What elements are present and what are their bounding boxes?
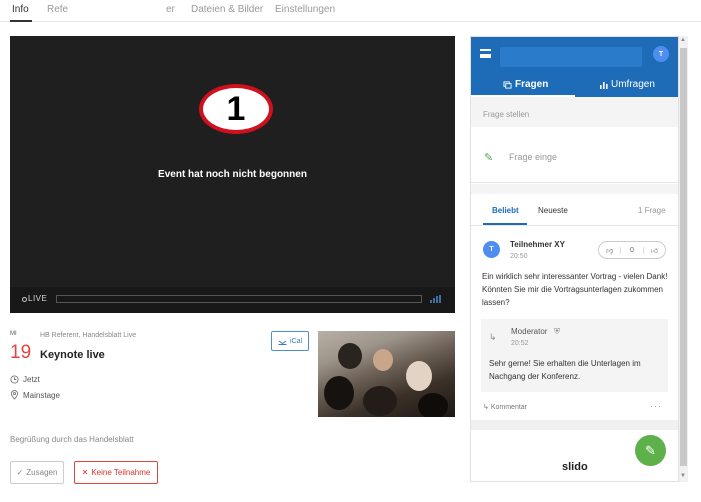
new-question-button[interactable]: ✎: [635, 435, 666, 466]
slido-logo: slido: [562, 461, 588, 473]
reply-time: 20:52: [511, 340, 529, 347]
tab-info[interactable]: Info: [12, 4, 29, 15]
ask-label: Frage stellen: [483, 110, 530, 119]
event-title: Keynote live: [40, 349, 105, 361]
question-count: 1 Frage: [638, 206, 666, 215]
bar-chart-icon: [600, 81, 608, 89]
accept-button[interactable]: ✓ Zusagen: [10, 461, 64, 484]
slido-panel: T Fragen Umfragen Frage stellen ✎ Frage …: [470, 36, 679, 482]
tab-referenten[interactable]: Refe: [47, 4, 68, 15]
tab-dateien[interactable]: Dateien & Bilder: [191, 4, 263, 15]
question-author-avatar: T: [483, 241, 500, 258]
reply-arrow-icon: ↳: [483, 404, 489, 411]
video-control-bar: LIVE: [10, 287, 455, 313]
clock-icon: [10, 375, 19, 384]
scroll-up-icon[interactable]: ▲: [680, 37, 686, 43]
divider: [471, 184, 678, 194]
reply-author: Moderator: [511, 327, 548, 336]
reply-arrow-icon: ↳: [489, 332, 497, 342]
question-text: Ein wirklich sehr interessanter Vortrag …: [482, 272, 668, 307]
live-indicator-icon: [22, 297, 27, 302]
event-time-row: Jetzt: [10, 375, 40, 384]
tab-fragen-label: Fragen: [515, 79, 549, 90]
ical-label: iCal: [289, 337, 303, 345]
tab-bar: Info Refe er Dateien & Bilder Einstellun…: [0, 0, 701, 22]
edit-icon: ✎: [645, 442, 656, 458]
event-day: 19: [10, 342, 32, 363]
chat-bubble-icon: [503, 80, 512, 89]
moderator-reply: ↳ Moderator ⛨ 20:52 Sehr gerne! Sie erha…: [481, 319, 668, 392]
vote-count: 0: [620, 246, 644, 254]
reply-text: Sehr gerne! Sie erhalten die Unterlagen …: [489, 359, 641, 381]
checkmark-icon: ✓: [16, 468, 24, 477]
tab-partner[interactable]: er: [166, 4, 175, 15]
tab-umfragen-label: Umfragen: [611, 79, 655, 90]
divider: [471, 225, 678, 226]
event-speaker: HB Referent, Handelsblatt Live: [40, 332, 137, 339]
event-location-row: Mainstage: [10, 390, 60, 400]
question-author: Teilnehmer XY: [510, 240, 565, 249]
live-label: LIVE: [28, 294, 48, 303]
hamburger-menu-icon[interactable]: [480, 49, 491, 58]
tab-fragen[interactable]: Fragen: [503, 79, 548, 90]
active-tab-indicator: [10, 20, 32, 22]
thumbs-up-icon[interactable]: 👍︎: [644, 246, 665, 255]
ask-question-input[interactable]: ✎ Frage einge: [471, 127, 678, 183]
location-pin-icon: [10, 390, 19, 400]
annotation-badge-1: 1: [199, 84, 273, 134]
sort-newest-tab[interactable]: Neueste: [538, 206, 568, 215]
scroll-down-icon[interactable]: ▼: [680, 473, 686, 479]
video-status-message: Event hat noch nicht begonnen: [158, 169, 307, 180]
video-player[interactable]: Event hat noch nicht begonnen LIVE: [10, 36, 455, 313]
thumbs-down-icon[interactable]: 👎︎: [599, 246, 620, 255]
comment-button[interactable]: ↳ Kommentar: [483, 403, 527, 411]
download-icon: [278, 340, 287, 345]
event-description: Begrüßung durch das Handelsblatt: [10, 435, 134, 444]
question-time: 20:50: [510, 253, 528, 260]
slido-header: T Fragen Umfragen: [471, 37, 678, 97]
more-options-icon[interactable]: ···: [650, 401, 662, 411]
event-title-bar: [500, 47, 642, 67]
ical-button[interactable]: iCal: [271, 331, 309, 351]
scrollbar-thumb[interactable]: [680, 48, 687, 466]
decline-label: Keine Teilnahme: [91, 468, 151, 477]
sort-popular-tab[interactable]: Beliebt: [492, 206, 519, 215]
event-image: [318, 331, 455, 417]
accept-label: Zusagen: [26, 468, 58, 477]
shield-icon: ⛨: [554, 327, 560, 336]
edit-icon: ✎: [484, 152, 494, 164]
ask-placeholder: Frage einge: [509, 152, 558, 162]
close-icon: ✕: [81, 468, 89, 477]
video-progress-bar[interactable]: [56, 295, 422, 303]
divider: [471, 420, 678, 430]
event-time: Jetzt: [23, 375, 40, 384]
event-weekday: MI: [10, 331, 17, 337]
panel-scrollbar[interactable]: ▲ ▼: [679, 36, 688, 482]
decline-button[interactable]: ✕ Keine Teilnahme: [74, 461, 158, 484]
comment-label: Kommentar: [490, 404, 528, 411]
tab-umfragen[interactable]: Umfragen: [600, 79, 655, 90]
volume-icon[interactable]: [430, 295, 442, 303]
user-avatar[interactable]: T: [653, 46, 669, 62]
event-location: Mainstage: [23, 390, 60, 400]
vote-control: 👎︎ 0 👍︎: [598, 241, 666, 259]
tab-einstellungen[interactable]: Einstellungen: [275, 4, 335, 15]
